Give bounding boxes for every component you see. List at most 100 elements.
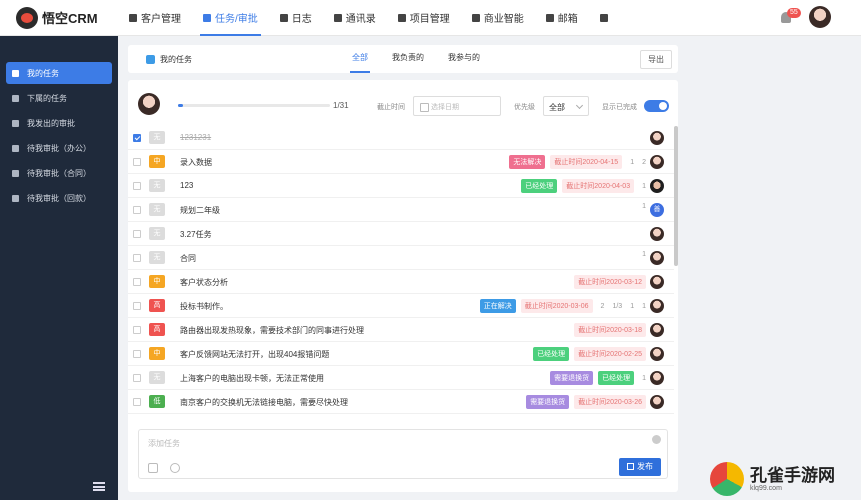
task-title[interactable]: 投标书制作。 bbox=[180, 301, 228, 312]
scrollbar[interactable] bbox=[674, 126, 678, 266]
nav-label: 通讯录 bbox=[345, 14, 376, 25]
assignee-avatar[interactable] bbox=[650, 347, 664, 361]
nav-label: 任务/审批 bbox=[215, 14, 258, 25]
add-task-input[interactable]: 添加任务 bbox=[148, 438, 180, 449]
nav-contacts[interactable]: 通讯录 bbox=[323, 0, 387, 36]
task-tags: 需要退换货 已经处理 1 bbox=[545, 371, 646, 385]
user-avatar[interactable] bbox=[809, 6, 831, 28]
assignee-avatar[interactable] bbox=[650, 275, 664, 289]
task-checkbox[interactable] bbox=[133, 158, 141, 166]
deadline-tag: 截止时间2020-03-18 bbox=[574, 323, 646, 337]
task-row[interactable]: 无 1231231 bbox=[128, 126, 674, 150]
task-meta-count: 1 bbox=[642, 251, 646, 258]
priority-badge: 无 bbox=[149, 203, 165, 216]
nav-bi[interactable]: 商业智能 bbox=[461, 0, 535, 36]
export-button[interactable]: 导出 bbox=[640, 50, 672, 69]
calendar-icon[interactable] bbox=[148, 463, 158, 473]
task-title[interactable]: 录入数据 bbox=[180, 157, 212, 168]
menu-collapse-icon[interactable] bbox=[93, 482, 105, 491]
task-title[interactable]: 客户反馈网站无法打开，出现404报错问题 bbox=[180, 349, 329, 360]
deadline-label: 截止时间 bbox=[377, 104, 405, 111]
assignee-avatar[interactable] bbox=[650, 131, 664, 145]
task-row[interactable]: 低 南京客户的交换机无法链接电脑，需要尽快处理 需要退换货 截止时间2020-03-2… bbox=[128, 390, 674, 414]
date-picker[interactable]: 选择日期 bbox=[413, 96, 501, 116]
task-checkbox[interactable] bbox=[133, 254, 141, 262]
bell-icon[interactable]: 55 bbox=[781, 7, 801, 23]
app-grid-button[interactable] bbox=[589, 0, 623, 36]
nav-projects[interactable]: 项目管理 bbox=[387, 0, 461, 36]
task-title[interactable]: 123 bbox=[180, 181, 193, 190]
tab-all[interactable]: 全部 bbox=[343, 45, 377, 73]
task-checkbox[interactable] bbox=[133, 398, 141, 406]
task-checkbox[interactable] bbox=[133, 302, 141, 310]
assignee-avatar[interactable] bbox=[650, 179, 664, 193]
task-meta-count: 1 bbox=[630, 302, 635, 310]
task-row[interactable]: 中 客户反馈网站无法打开，出现404报错问题 已经处理 截止时间2020-02-25 bbox=[128, 342, 674, 366]
task-row[interactable]: 中 客户状态分析 截止时间2020-03-12 bbox=[128, 270, 674, 294]
sidebar: 我的任务 下属的任务 我发出的审批 待我审批（办公） 待我审批（合同） 待我审批… bbox=[0, 36, 118, 500]
sidebar-item-pending-office[interactable]: 待我审批（办公） bbox=[6, 137, 112, 159]
sidebar-item-my-tasks[interactable]: 我的任务 bbox=[6, 62, 112, 84]
tab-responsible[interactable]: 我负责的 bbox=[383, 45, 433, 73]
grid-icon bbox=[599, 13, 608, 22]
task-row[interactable]: 无 上海客户的电脑出现卡顿，无法正常使用 需要退换货 已经处理 1 bbox=[128, 366, 674, 390]
sidebar-item-sent-approvals[interactable]: 我发出的审批 bbox=[6, 112, 112, 134]
assignee-avatar[interactable] bbox=[650, 227, 664, 241]
progress-text: 1/31 bbox=[333, 101, 349, 110]
task-title[interactable]: 规划二年级 bbox=[180, 205, 220, 216]
deadline-tag: 截止时间2020-03-06 bbox=[520, 299, 593, 313]
show-done-toggle[interactable] bbox=[644, 100, 669, 112]
task-title[interactable]: 路由器出现发热现象，需要技术部门的同事进行处理 bbox=[180, 325, 364, 336]
task-checkbox[interactable] bbox=[133, 374, 141, 382]
deadline-tag: 截止时间2020-02-25 bbox=[574, 347, 646, 361]
user-add-icon[interactable] bbox=[170, 463, 180, 473]
task-row[interactable]: 无 123 已经处理 截止时间2020-04-03 1 bbox=[128, 174, 674, 198]
logo[interactable]: 悟空CRM bbox=[0, 6, 118, 29]
nav-mail[interactable]: 邮箱 bbox=[535, 0, 589, 36]
sidebar-item-pending-contract[interactable]: 待我审批（合同） bbox=[6, 162, 112, 184]
assignee-avatar[interactable] bbox=[650, 155, 664, 169]
sidebar-item-sub-tasks[interactable]: 下属的任务 bbox=[6, 87, 112, 109]
priority-select[interactable]: 全部 bbox=[543, 96, 589, 116]
tab-participating[interactable]: 我参与的 bbox=[439, 45, 489, 73]
nav-task-approval[interactable]: 任务/审批 bbox=[192, 0, 269, 36]
task-title[interactable]: 上海客户的电脑出现卡顿，无法正常使用 bbox=[180, 373, 324, 384]
task-title[interactable]: 合同 bbox=[180, 253, 196, 264]
assignee-avatar[interactable] bbox=[650, 323, 664, 337]
task-checkbox[interactable] bbox=[133, 326, 141, 334]
assignee-avatar[interactable] bbox=[650, 299, 664, 313]
priority-badge: 无 bbox=[149, 131, 165, 144]
task-title[interactable]: 客户状态分析 bbox=[180, 277, 228, 288]
task-title[interactable]: 3.27任务 bbox=[180, 229, 212, 240]
task-tabs: 全部 我负责的 我参与的 bbox=[343, 45, 495, 73]
task-checkbox[interactable] bbox=[133, 350, 141, 358]
nav-label: 商业智能 bbox=[483, 14, 524, 25]
assignee-avatar[interactable] bbox=[650, 395, 664, 409]
task-row[interactable]: 中 录入数据 无法解决 截止时间2020-04-15 1 2 bbox=[128, 150, 674, 174]
publish-button[interactable]: 发布 bbox=[619, 458, 661, 476]
nav-customer[interactable]: 客户管理 bbox=[118, 0, 192, 36]
task-checkbox[interactable] bbox=[133, 134, 141, 142]
task-checkbox[interactable] bbox=[133, 278, 141, 286]
clear-icon[interactable] bbox=[652, 435, 661, 444]
assignee-avatar[interactable]: 善 bbox=[650, 203, 664, 217]
task-row[interactable]: 高 投标书制作。 正在解决 截止时间2020-03-06 2 1/3 1 1 bbox=[128, 294, 674, 318]
assignee-avatar[interactable] bbox=[650, 371, 664, 385]
task-checkbox[interactable] bbox=[133, 230, 141, 238]
assignee-avatar[interactable] bbox=[650, 251, 664, 265]
task-title[interactable]: 南京客户的交换机无法链接电脑，需要尽快处理 bbox=[180, 397, 348, 408]
status-tag: 已经处理 bbox=[598, 371, 635, 385]
sidebar-item-pending-payment[interactable]: 待我审批（回款） bbox=[6, 187, 112, 209]
task-row[interactable]: 无 合同 1 bbox=[128, 246, 674, 270]
nav-log[interactable]: 日志 bbox=[269, 0, 323, 36]
task-row[interactable]: 无 规划二年级 1 善 bbox=[128, 198, 674, 222]
task-row[interactable]: 高 路由器出现发热现象，需要技术部门的同事进行处理 截止时间2020-03-18 bbox=[128, 318, 674, 342]
task-meta-count: 1 bbox=[642, 182, 646, 190]
task-title[interactable]: 1231231 bbox=[180, 133, 211, 142]
task-checkbox[interactable] bbox=[133, 182, 141, 190]
shield-icon bbox=[471, 13, 480, 22]
task-checkbox[interactable] bbox=[133, 206, 141, 214]
task-row[interactable]: 无 3.27任务 bbox=[128, 222, 674, 246]
owner-avatar[interactable] bbox=[138, 93, 160, 115]
watermark-title: 孔雀手游网 bbox=[750, 465, 835, 485]
